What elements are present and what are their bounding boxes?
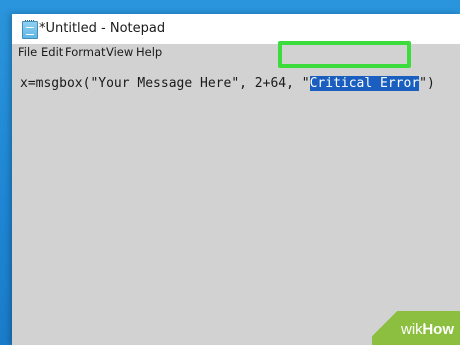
wikihow-watermark: wiki How [372,311,460,345]
menu-help[interactable]: Help [136,45,162,59]
title-bar[interactable]: *Untitled - Notepad [12,14,460,44]
watermark-how: How [422,321,454,338]
menu-file[interactable]: File [18,45,37,59]
window-title: *Untitled - Notepad [39,21,166,36]
notepad-icon [22,20,38,39]
highlight-box [278,41,411,68]
menu-view[interactable]: View [106,45,133,59]
code-line: x=msgbox("Your Message Here", 2+64, "Cri… [20,75,435,92]
text-editor-area[interactable]: x=msgbox("Your Message Here", 2+64, "Cri… [12,64,460,345]
menu-format[interactable]: Format [65,45,106,59]
menu-edit[interactable]: Edit [41,45,63,59]
code-text-before: x=msgbox("Your Message Here", 2+64, " [20,76,310,91]
code-text-after: ") [419,76,435,91]
selected-text: Critical Error [309,76,420,91]
